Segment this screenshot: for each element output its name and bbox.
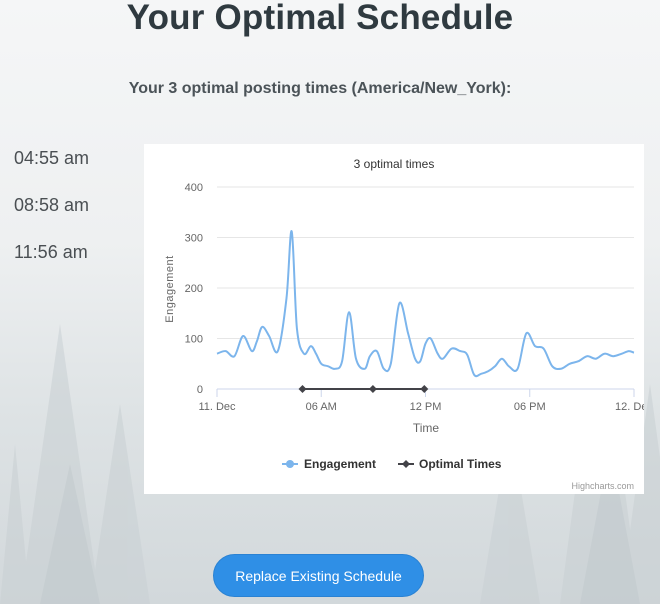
y-axis-title: Engagement xyxy=(164,255,176,322)
engagement-chart: 3 optimal times 0 100 200 300 400 11. Dec 06 … xyxy=(164,157,644,491)
y-tick-label: 300 xyxy=(185,233,203,245)
y-tick-label: 0 xyxy=(197,384,203,396)
optimal-time-marker[interactable] xyxy=(420,385,429,393)
optimal-time-marker[interactable] xyxy=(298,385,307,393)
legend-item-engagement[interactable]: Engagement xyxy=(282,457,376,471)
grid-lines xyxy=(217,186,634,339)
x-axis-title: Time xyxy=(413,421,440,435)
y-tick-label: 200 xyxy=(185,283,203,295)
x-axis: 11. Dec 06 AM 12 PM 06 PM 12. Dec xyxy=(198,388,644,413)
x-tick-label: 06 AM xyxy=(306,401,337,413)
optimal-time-marker[interactable] xyxy=(368,385,377,393)
x-tick-label: 12. Dec xyxy=(615,401,644,413)
legend-engagement-label: Engagement xyxy=(304,457,376,471)
engagement-series-line[interactable] xyxy=(216,230,635,378)
legend-item-optimal-times[interactable]: Optimal Times xyxy=(398,457,502,471)
chart-card: 3 optimal times 0 100 200 300 400 11. Dec 06 … xyxy=(144,144,644,494)
x-tick-label: 12 PM xyxy=(410,401,442,413)
x-tick-label: 06 PM xyxy=(514,401,546,413)
x-tick-label: 11. Dec xyxy=(198,401,236,413)
y-tick-label: 400 xyxy=(185,182,203,194)
y-axis-labels: 0 100 200 300 400 xyxy=(185,182,203,396)
legend-engagement-marker xyxy=(286,460,294,468)
page-title: Your Optimal Schedule xyxy=(126,0,514,37)
page-subtitle: Your 3 optimal posting times (America/Ne… xyxy=(128,80,512,97)
chart-title: 3 optimal times xyxy=(354,157,435,171)
legend-optimal-label: Optimal Times xyxy=(419,457,502,471)
optimal-time-item: 08:58 am xyxy=(14,195,90,215)
y-tick-label: 100 xyxy=(185,334,203,346)
optimal-time-item: 11:56 am xyxy=(14,242,88,262)
optimal-time-item: 04:55 am xyxy=(14,148,90,168)
series-group xyxy=(216,230,635,393)
optimal-times-list: 04:55 am 08:58 am 11:56 am xyxy=(14,146,89,287)
replace-schedule-button[interactable]: Replace Existing Schedule xyxy=(213,554,424,597)
legend[interactable]: Engagement Optimal Times xyxy=(282,457,502,471)
legend-optimal-marker xyxy=(402,460,410,468)
chart-credits[interactable]: Highcharts.com xyxy=(571,481,634,491)
